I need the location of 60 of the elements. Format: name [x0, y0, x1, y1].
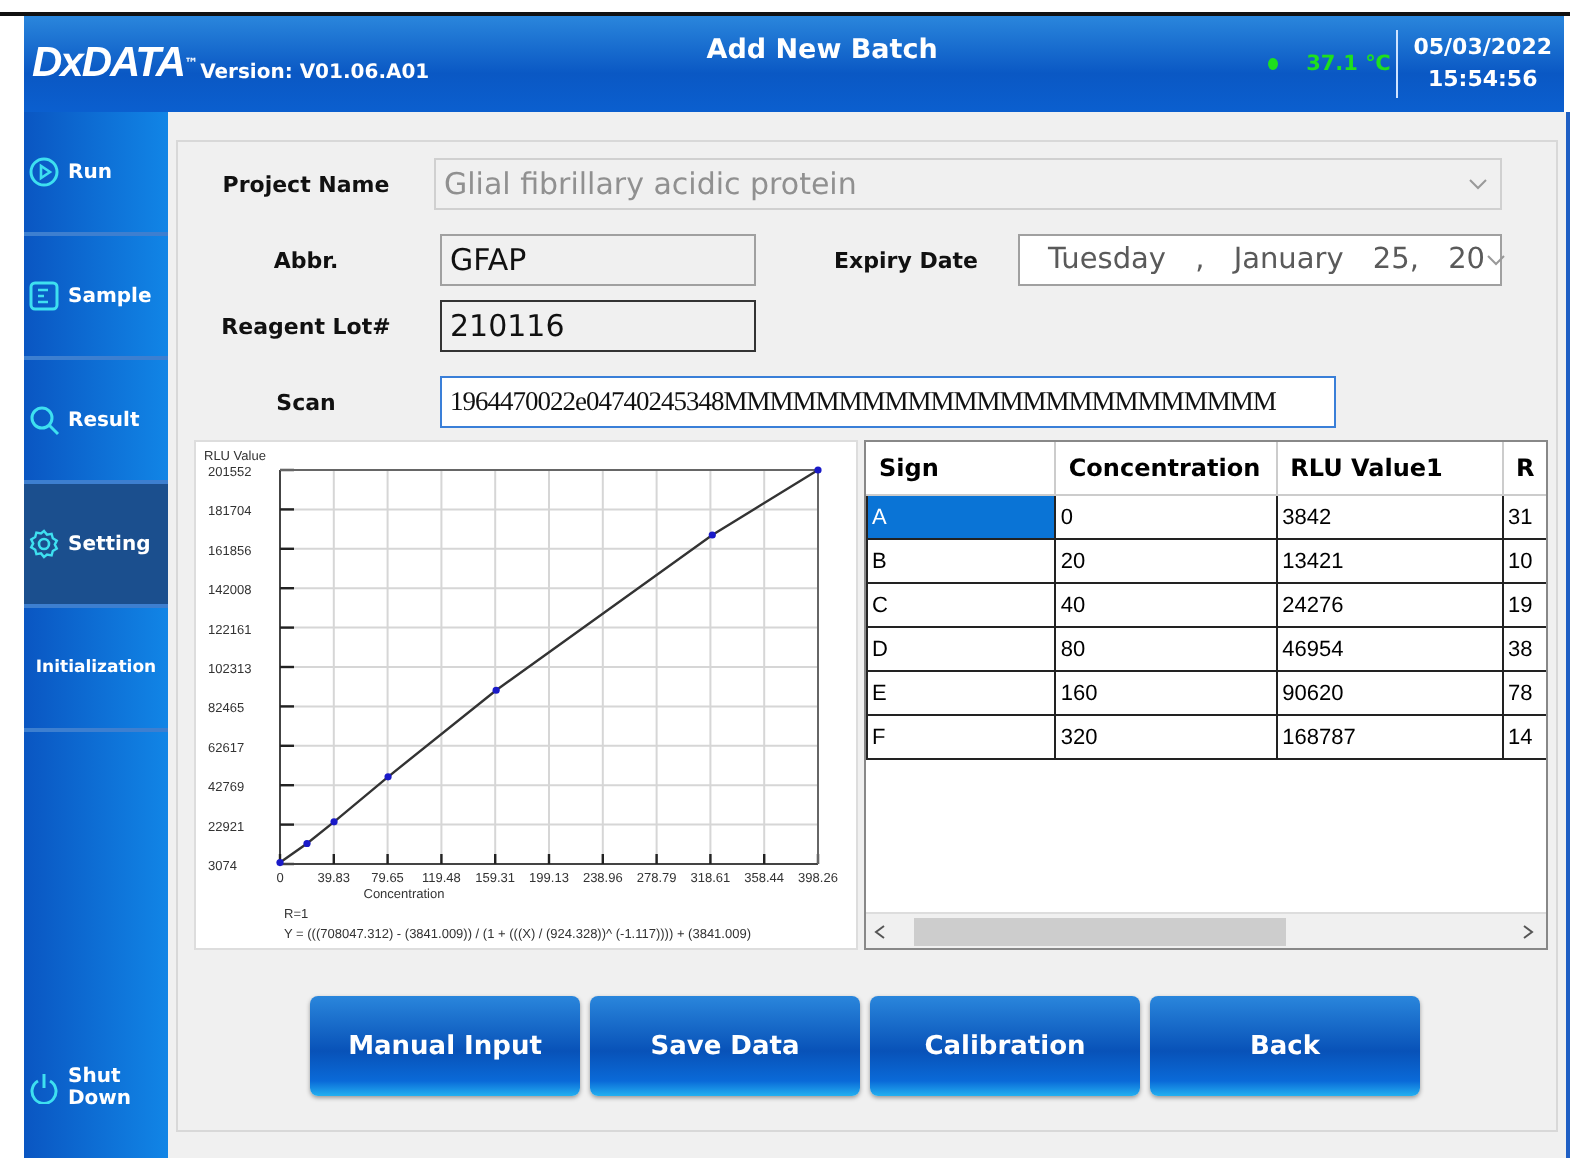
data-point — [384, 773, 392, 781]
power-icon — [28, 1072, 60, 1104]
table-cell: 24276 — [1277, 583, 1503, 627]
table-cell: 320 — [1055, 715, 1278, 759]
chevron-down-icon — [1485, 254, 1506, 266]
time-label: 15:54:56 — [1428, 64, 1538, 96]
window-title: Add New Batch — [704, 34, 940, 66]
table-cell: 168787 — [1277, 715, 1503, 759]
action-button[interactable]: Calibration — [870, 996, 1140, 1096]
field-label: Abbr. — [271, 247, 341, 273]
date-label: 05/03/2022 — [1413, 32, 1552, 64]
data-point — [814, 466, 822, 474]
table-cell: 20 — [1055, 539, 1278, 583]
logo: DxDATA — [32, 40, 185, 88]
chevron-down-icon — [1468, 178, 1488, 190]
horizontal-scrollbar[interactable] — [866, 912, 1546, 948]
table-cell: E — [867, 671, 1056, 715]
date-picker[interactable]: Tuesday , January 25, 20 — [1018, 234, 1502, 286]
column-header[interactable]: R — [1502, 442, 1546, 495]
list-icon — [28, 280, 60, 312]
input-field[interactable]: GFAP — [440, 234, 756, 286]
column-header[interactable]: RLU Value1 — [1277, 442, 1503, 495]
action-button[interactable]: Manual Input — [310, 996, 580, 1096]
table-cell: 160 — [1055, 671, 1278, 715]
data-point — [492, 686, 500, 694]
temperature-reading: 37.1 ℃ — [1306, 52, 1391, 76]
table-cell: 3842 — [1277, 495, 1503, 539]
action-button[interactable]: Back — [1150, 996, 1420, 1096]
column-header[interactable]: Concentration — [1055, 442, 1278, 495]
field-label: Reagent Lot# — [219, 313, 393, 339]
table-cell: D — [867, 627, 1056, 671]
sidebar-item[interactable]: Shut Down — [24, 1018, 168, 1158]
table-cell: C — [867, 583, 1056, 627]
table-cell: 0 — [1055, 495, 1278, 539]
data-point — [708, 531, 716, 539]
field-label: Scan — [274, 389, 338, 415]
table-cell: 13421 — [1277, 539, 1503, 583]
table-cell: A — [867, 495, 1056, 539]
input-field[interactable]: 210116 — [440, 300, 756, 352]
play-icon — [28, 156, 60, 188]
status-dot-icon — [1268, 58, 1279, 70]
data-point — [276, 858, 284, 867]
action-button[interactable]: Save Data — [590, 996, 860, 1096]
table-cell: 90620 — [1277, 671, 1503, 715]
table-cell: 40 — [1055, 583, 1278, 627]
table-cell: F — [867, 715, 1056, 759]
settings-icon — [28, 528, 60, 560]
table-cell: 80 — [1055, 627, 1278, 671]
version-label: Version: V01.06.A01 — [200, 61, 432, 83]
field-label: Project Name — [220, 171, 392, 197]
table-cell: 46954 — [1277, 627, 1503, 671]
search-icon — [28, 404, 60, 436]
scroll-right-icon[interactable] — [1522, 923, 1534, 939]
scroll-left-icon[interactable] — [874, 923, 886, 939]
input-field[interactable]: 1964470022e04740245348MMMMMMMMMMMMMMMMMMMMMMMM — [440, 376, 1336, 428]
sidebar-item[interactable]: Setting — [24, 484, 168, 608]
data-point — [330, 818, 338, 826]
data-point — [303, 839, 311, 848]
field-label: Expiry Date — [832, 247, 980, 273]
table-cell: B — [867, 539, 1056, 583]
